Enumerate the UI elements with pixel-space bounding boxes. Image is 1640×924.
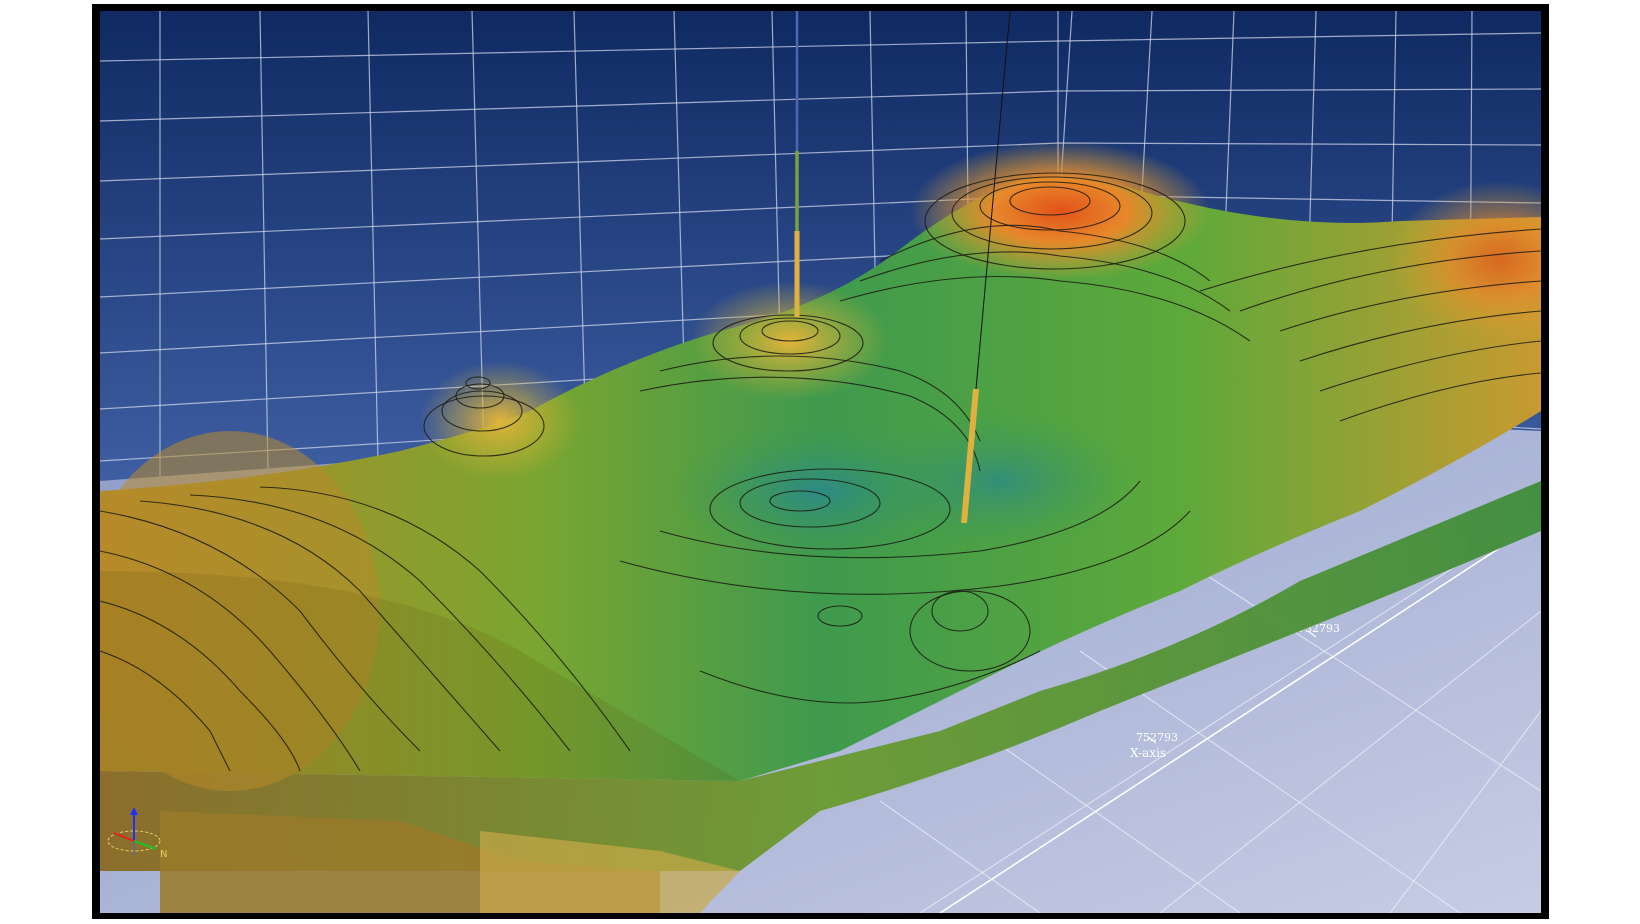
x-axis-title: X-axis <box>1130 746 1166 760</box>
viewport-frame: 712793 732793 752793 X-axis <box>92 4 1549 919</box>
3d-scene-viewport[interactable]: 712793 732793 752793 X-axis <box>100 11 1541 913</box>
north-label: N <box>160 849 167 860</box>
x-axis-tick-label: 752793 <box>1136 731 1178 744</box>
